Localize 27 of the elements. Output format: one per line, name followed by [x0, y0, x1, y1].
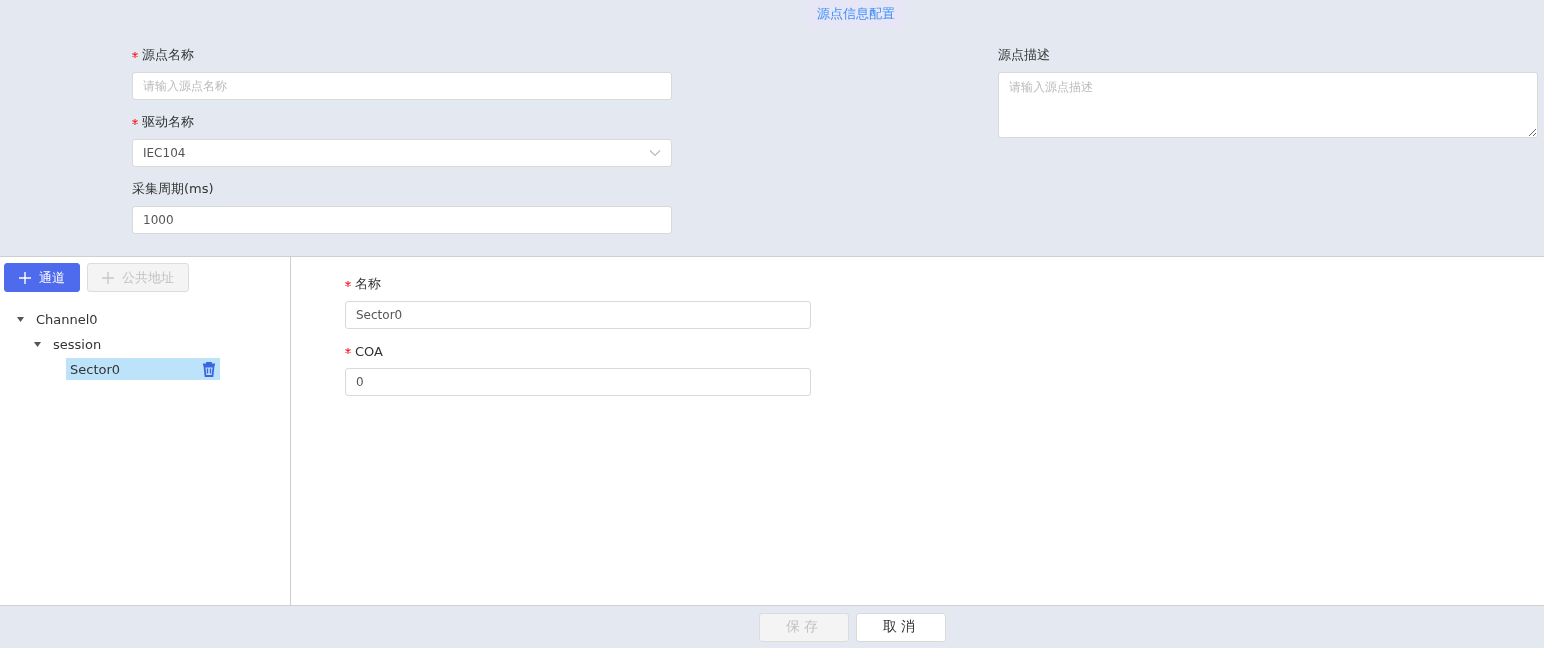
field-label: 源点名称 — [142, 46, 194, 64]
field-label: COA — [355, 343, 383, 359]
footer-button[interactable]: 取消 — [855, 612, 946, 642]
tree-item[interactable]: session — [49, 333, 106, 355]
required-icon — [345, 281, 351, 287]
input-field[interactable]: 1000 — [132, 206, 672, 234]
required-icon — [132, 52, 138, 58]
textarea-field[interactable]: 请输入源点描述 — [998, 72, 1538, 138]
field-label: 采集周期(ms) — [132, 180, 214, 198]
input-field[interactable]: 请输入源点名称 — [132, 72, 672, 100]
required-icon — [345, 348, 351, 354]
trash-icon[interactable] — [202, 361, 216, 377]
field-label: 源点描述 — [998, 46, 1050, 64]
field-label: 驱动名称 — [142, 113, 194, 131]
chevron-down-icon — [649, 149, 661, 157]
select-field[interactable]: IEC104 — [132, 139, 672, 167]
caret-down-icon[interactable] — [33, 341, 41, 347]
input-field[interactable]: Sector0 — [345, 301, 811, 329]
plus-icon — [102, 271, 114, 284]
add-button[interactable]: 通道 — [4, 263, 80, 292]
input-field[interactable]: 0 — [345, 368, 811, 396]
tree-item[interactable]: Sector0 — [66, 358, 220, 380]
field-label: 名称 — [355, 275, 381, 293]
caret-down-icon[interactable] — [16, 316, 24, 322]
tree-item[interactable]: Channel0 — [32, 308, 102, 330]
plus-icon — [19, 271, 31, 284]
required-icon — [132, 119, 138, 125]
